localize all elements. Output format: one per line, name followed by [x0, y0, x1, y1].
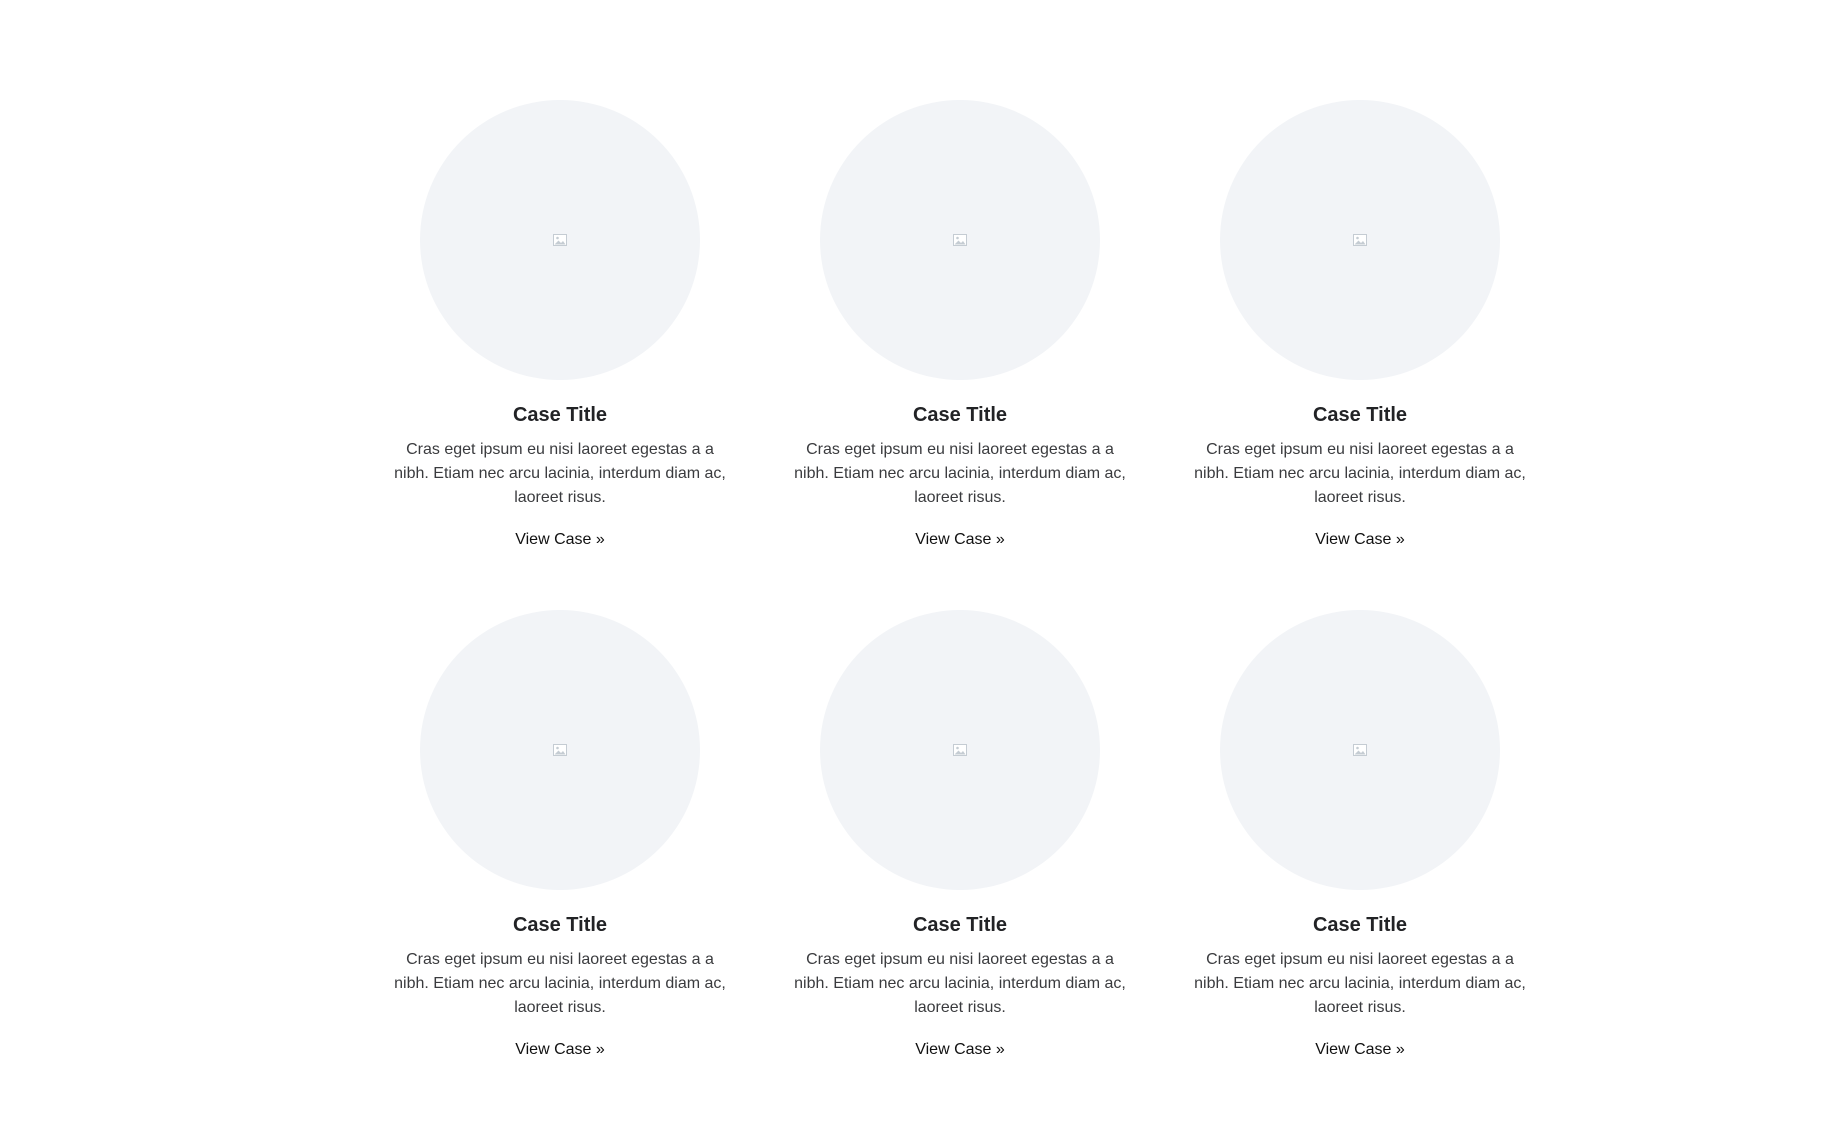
case-grid: Case Title Cras eget ipsum eu nisi laore…	[360, 100, 1560, 1060]
view-case-link[interactable]: View Case »	[915, 1040, 1005, 1060]
broken-image-icon	[553, 234, 567, 246]
view-case-link[interactable]: View Case »	[1315, 1040, 1405, 1060]
case-title: Case Title	[1312, 404, 1408, 426]
view-case-link[interactable]: View Case »	[915, 530, 1005, 550]
case-card: Case Title Cras eget ipsum eu nisi laore…	[1160, 610, 1560, 1060]
case-card: Case Title Cras eget ipsum eu nisi laore…	[360, 610, 760, 1060]
case-image[interactable]	[420, 100, 700, 380]
case-image[interactable]	[820, 100, 1100, 380]
case-title: Case Title	[912, 404, 1008, 426]
broken-image-icon	[953, 744, 967, 756]
view-case-link[interactable]: View Case »	[515, 1040, 605, 1060]
view-case-link[interactable]: View Case »	[515, 530, 605, 550]
case-title: Case Title	[1312, 914, 1408, 936]
case-description: Cras eget ipsum eu nisi laoreet egestas …	[1194, 951, 1526, 1016]
broken-image-icon	[553, 744, 567, 756]
case-description: Cras eget ipsum eu nisi laoreet egestas …	[394, 441, 726, 506]
page: Case Title Cras eget ipsum eu nisi laore…	[0, 0, 1848, 1146]
case-image[interactable]	[1220, 100, 1500, 380]
case-card: Case Title Cras eget ipsum eu nisi laore…	[760, 100, 1160, 550]
case-card: Case Title Cras eget ipsum eu nisi laore…	[760, 610, 1160, 1060]
case-card: Case Title Cras eget ipsum eu nisi laore…	[360, 100, 760, 550]
case-image[interactable]	[820, 610, 1100, 890]
case-image[interactable]	[420, 610, 700, 890]
broken-image-icon	[1353, 234, 1367, 246]
view-case-link[interactable]: View Case »	[1315, 530, 1405, 550]
broken-image-icon	[953, 234, 967, 246]
case-description: Cras eget ipsum eu nisi laoreet egestas …	[794, 441, 1126, 506]
case-description: Cras eget ipsum eu nisi laoreet egestas …	[794, 951, 1126, 1016]
case-title: Case Title	[512, 404, 608, 426]
broken-image-icon	[1353, 744, 1367, 756]
case-card: Case Title Cras eget ipsum eu nisi laore…	[1160, 100, 1560, 550]
case-description: Cras eget ipsum eu nisi laoreet egestas …	[394, 951, 726, 1016]
case-description: Cras eget ipsum eu nisi laoreet egestas …	[1194, 441, 1526, 506]
case-title: Case Title	[512, 914, 608, 936]
case-image[interactable]	[1220, 610, 1500, 890]
case-title: Case Title	[912, 914, 1008, 936]
